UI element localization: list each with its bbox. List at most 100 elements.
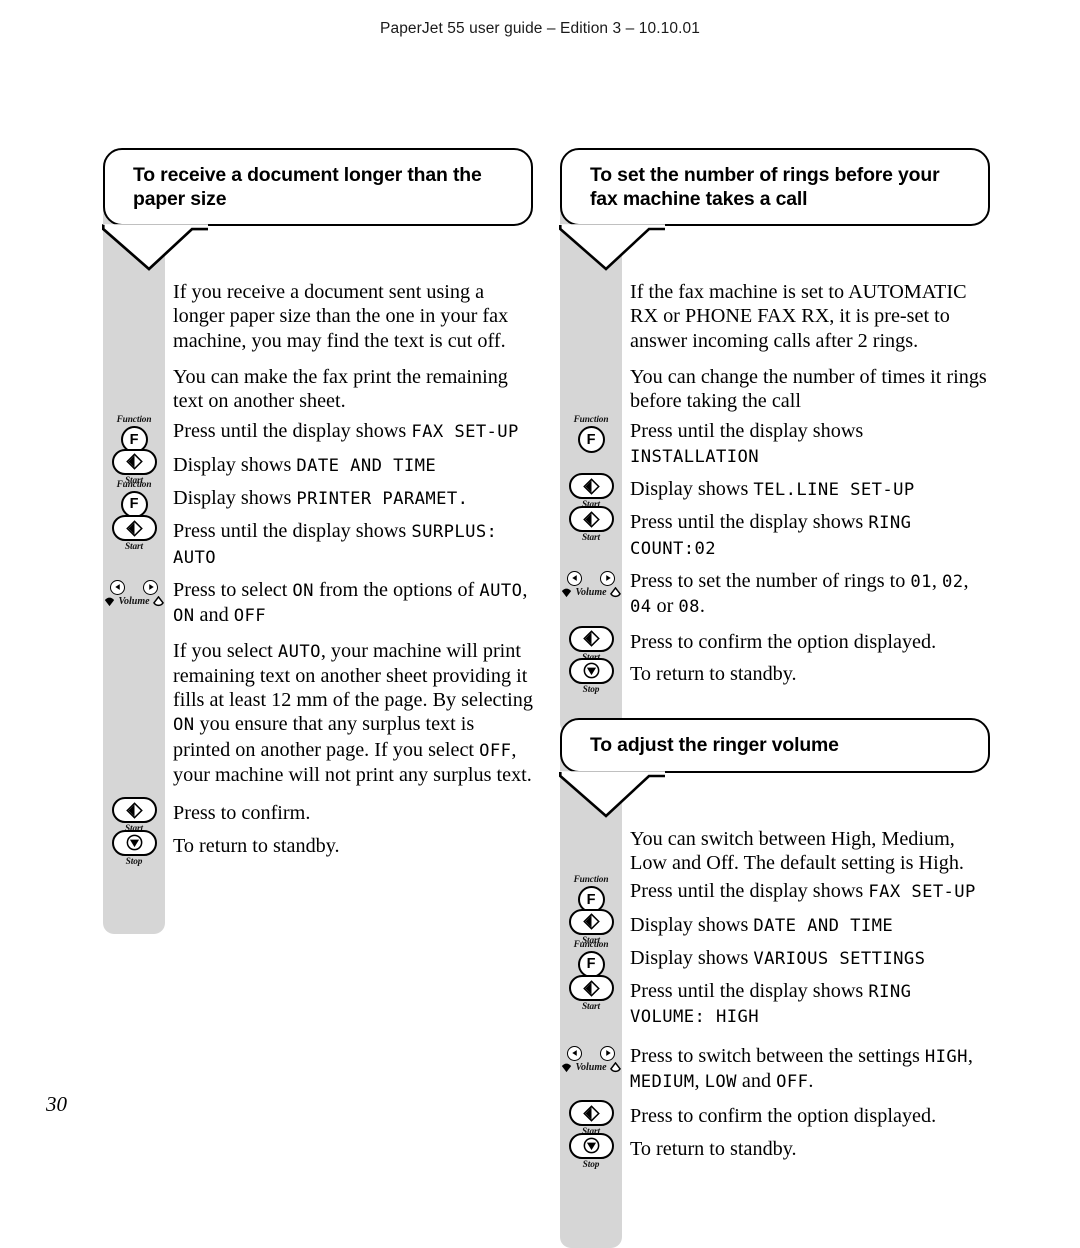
start-icon <box>111 515 157 542</box>
volume-key[interactable]: Volume <box>560 570 622 598</box>
section-set-ring-count: To set the number of rings before your f… <box>559 148 990 734</box>
function-key[interactable]: Function F <box>560 415 622 454</box>
volume-caption: Volume <box>118 595 150 607</box>
step-text-after: , <box>694 1070 705 1093</box>
step-text-after: . <box>699 595 705 618</box>
step-row: Start Press to confirm the option displa… <box>560 1100 990 1137</box>
stop-triangle-icon <box>583 1137 599 1154</box>
step-row: Function F Press until the display shows… <box>560 875 990 914</box>
step-row: Start Press to confirm. <box>103 797 533 834</box>
start-icon <box>111 448 157 475</box>
lcd-readout: AUTO <box>479 580 523 601</box>
arrow-right-icon[interactable] <box>143 579 158 595</box>
volume-arrows <box>567 1045 615 1061</box>
step-text-after: , <box>522 578 528 601</box>
function-key-caption: Function <box>116 415 152 426</box>
start-diamond-icon <box>125 453 143 471</box>
lcd-readout: FAX SET-UP <box>411 422 519 443</box>
step-text-after: from the options of <box>313 578 480 601</box>
arrow-left-icon[interactable] <box>110 579 125 595</box>
start-key[interactable]: Start <box>103 515 165 552</box>
start-icon <box>568 1100 614 1127</box>
start-icon <box>568 473 614 500</box>
stop-icon <box>111 829 157 856</box>
function-key[interactable]: Function F <box>103 480 165 519</box>
step-row: Volume Press to select ON from the optio… <box>103 578 533 629</box>
function-icon: F <box>577 950 605 978</box>
step-row: Start Display shows TEL.LINE SET-UP <box>560 473 990 510</box>
function-icon: F <box>120 491 148 519</box>
step-text-before: Press to select <box>173 578 293 601</box>
step-list: Function F Press until the display shows… <box>103 415 533 867</box>
callout-heading: To set the number of rings before your f… <box>559 148 990 271</box>
intro-paragraph: You can change the number of times it ri… <box>630 365 987 413</box>
start-icon <box>568 625 614 652</box>
stop-key[interactable]: Stop <box>103 829 165 867</box>
start-diamond-icon <box>582 630 600 647</box>
stop-key[interactable]: Stop <box>560 1132 622 1170</box>
function-key-caption: Function <box>116 480 152 491</box>
step-row: Function F Display shows PRINTER PARAMET… <box>103 480 533 519</box>
start-diamond-icon <box>582 1105 600 1122</box>
step-text: Press until the display shows SURPLUS: A… <box>173 519 533 570</box>
lcd-readout: DATE AND TIME <box>753 915 894 936</box>
function-key[interactable]: Function F <box>560 940 622 978</box>
step-text: Press to confirm the option displayed. <box>630 1105 937 1128</box>
step-text-after: and <box>736 1070 777 1093</box>
volume-key[interactable]: Volume <box>560 1045 622 1073</box>
stop-key[interactable]: Stop <box>560 657 622 695</box>
section-heading: To set the number of rings before your f… <box>590 164 940 210</box>
lcd-readout: VARIOUS SETTINGS <box>753 948 926 969</box>
step-text: Press until the display shows RING COUNT… <box>630 510 990 561</box>
step-text-before: Press to set the number of rings to <box>630 569 911 592</box>
start-key[interactable]: Start <box>560 506 622 543</box>
column-right: To set the number of rings before your f… <box>559 148 990 1248</box>
step-text: Press to select ON from the options of A… <box>173 578 533 629</box>
step-text-before: Press until the display shows <box>630 980 869 1003</box>
step-text-before: Display shows <box>630 913 754 936</box>
section-body: You can switch between High, Medium, Low… <box>630 773 990 876</box>
function-key[interactable]: Function F <box>103 415 165 454</box>
step-text-before: Press until the display shows <box>173 420 412 443</box>
step-text-after: , <box>931 569 942 592</box>
volume-key[interactable]: Volume <box>103 579 165 607</box>
column-left: To receive a document longer than the pa… <box>102 148 533 934</box>
arrow-left-icon[interactable] <box>567 1045 582 1061</box>
start-key[interactable]: Start <box>560 473 622 510</box>
volume-caption-row: Volume <box>103 595 165 607</box>
step-text: Display shows DATE AND TIME <box>173 453 436 478</box>
step-text: Press until the display shows FAX SET-UP <box>630 879 976 904</box>
step-text-before: Display shows <box>630 946 754 969</box>
step-text-before: Display shows <box>173 487 297 510</box>
step-text: Press until the display shows FAX SET-UP <box>173 419 519 444</box>
function-key[interactable]: Function F <box>560 875 622 914</box>
stop-key-caption: Stop <box>582 684 600 695</box>
step-text-after: , <box>967 1044 973 1067</box>
lcd-readout: OFF <box>776 1072 809 1093</box>
start-key[interactable]: Start <box>560 975 622 1012</box>
explanation-paragraph: If you select AUTO, your machine will pr… <box>173 639 533 788</box>
start-diamond-icon <box>582 913 600 930</box>
step-row: Start Press until the display shows RING… <box>560 506 990 561</box>
step-text: Press to confirm. <box>173 802 311 825</box>
step-row: Function F Press until the display shows… <box>103 415 533 454</box>
arrow-right-icon[interactable] <box>600 570 615 586</box>
stop-triangle-icon <box>583 662 599 679</box>
step-list: Function F Press until the display shows… <box>560 415 990 695</box>
arrow-right-icon[interactable] <box>600 1045 615 1061</box>
lcd-readout: HIGH <box>924 1046 968 1067</box>
arrow-left-icon[interactable] <box>567 570 582 586</box>
lcd-readout: TEL.LINE SET-UP <box>753 480 915 501</box>
step-row: Stop To return to standby. <box>560 657 990 695</box>
stop-icon <box>568 1132 614 1159</box>
step-text-after: and <box>194 604 234 627</box>
volume-arrows <box>567 570 615 586</box>
step-text: Press until the display shows RING VOLUM… <box>630 979 990 1030</box>
volume-up-icon <box>609 586 621 598</box>
step-text: Display shows TEL.LINE SET-UP <box>630 477 915 502</box>
manual-page: PaperJet 55 user guide – Edition 3 – 10.… <box>0 0 1080 1248</box>
lcd-readout: ON <box>173 606 195 627</box>
start-diamond-icon <box>125 802 143 819</box>
function-key-glyph: F <box>586 431 596 448</box>
lcd-readout: 02 <box>941 571 964 592</box>
